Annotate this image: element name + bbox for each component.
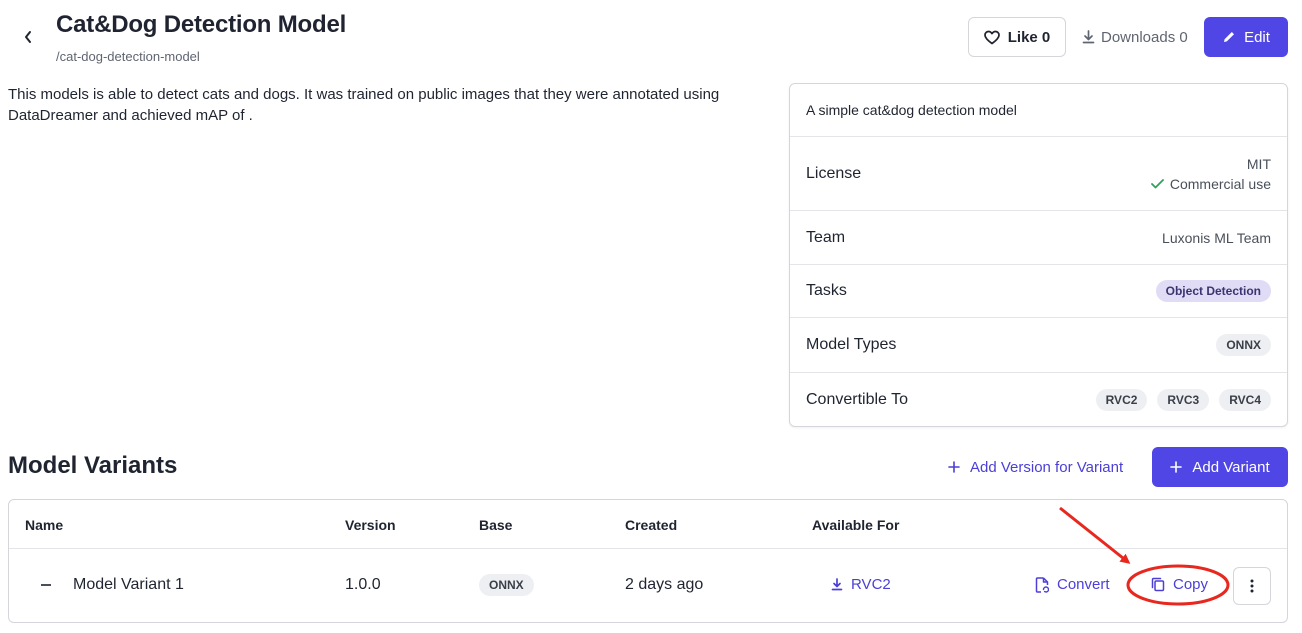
commercial-use-indicator: Commercial use bbox=[1150, 175, 1271, 192]
collapse-toggle[interactable] bbox=[41, 584, 51, 586]
like-button[interactable]: Like 0 bbox=[968, 17, 1066, 57]
copy-label: Copy bbox=[1173, 576, 1209, 593]
file-convert-icon bbox=[1035, 576, 1049, 593]
model-types-row: Model Types ONNX bbox=[790, 318, 1287, 373]
license-label: License bbox=[806, 164, 862, 182]
convert-button[interactable]: Convert bbox=[1035, 576, 1110, 593]
variant-created: 2 days ago bbox=[625, 576, 704, 593]
download-icon bbox=[831, 578, 843, 591]
convertible-chip-rvc3: RVC3 bbox=[1157, 389, 1210, 411]
team-value: Luxonis ML Team bbox=[1162, 229, 1271, 246]
team-row: Team Luxonis ML Team bbox=[790, 211, 1287, 265]
convert-label: Convert bbox=[1057, 576, 1110, 593]
convertible-chip-rvc4: RVC4 bbox=[1219, 389, 1271, 411]
heart-icon bbox=[983, 30, 1000, 44]
edit-button[interactable]: Edit bbox=[1204, 17, 1288, 57]
convertible-row: Convertible To RVC2 RVC3 RVC4 bbox=[790, 373, 1287, 427]
tasks-label: Tasks bbox=[806, 282, 847, 299]
downloads-label: Downloads 0 bbox=[1101, 28, 1188, 46]
column-header-available-for: Available For bbox=[812, 517, 900, 533]
copy-icon bbox=[1151, 577, 1165, 592]
column-header-version: Version bbox=[345, 517, 396, 533]
column-header-name: Name bbox=[25, 517, 64, 533]
add-variant-button[interactable]: Add Variant bbox=[1152, 447, 1288, 487]
variant-version: 1.0.0 bbox=[345, 576, 381, 593]
variants-table: Name Version Base Created Available For … bbox=[8, 499, 1288, 623]
variants-section-title: Model Variants bbox=[8, 452, 178, 479]
task-chip: Object Detection bbox=[1155, 280, 1271, 302]
add-version-button[interactable]: Add Version for Variant bbox=[948, 447, 1123, 487]
tasks-row: Tasks Object Detection bbox=[790, 265, 1287, 318]
vertical-ellipsis-icon bbox=[1250, 579, 1254, 593]
download-rvc2-link[interactable]: RVC2 bbox=[831, 576, 891, 593]
column-header-base: Base bbox=[479, 517, 513, 533]
available-for-label: RVC2 bbox=[851, 576, 891, 593]
downloads-count: Downloads 0 bbox=[1082, 17, 1188, 57]
model-description: This models is able to detect cats and d… bbox=[8, 86, 720, 124]
add-variant-label: Add Variant bbox=[1192, 458, 1270, 476]
more-options-button[interactable] bbox=[1233, 567, 1271, 605]
team-label: Team bbox=[806, 228, 846, 246]
like-label: Like 0 bbox=[1007, 28, 1051, 46]
license-row: License MIT Commercial use bbox=[790, 137, 1287, 211]
table-header: Name Version Base Created Available For bbox=[9, 500, 1287, 549]
back-button[interactable] bbox=[18, 26, 38, 48]
model-info-card: A simple cat&dog detection model License… bbox=[789, 83, 1288, 427]
column-header-created: Created bbox=[625, 517, 678, 533]
commercial-use-label: Commercial use bbox=[1169, 175, 1271, 192]
pencil-icon bbox=[1224, 32, 1235, 42]
model-types-label: Model Types bbox=[806, 336, 897, 353]
license-value-group: MIT Commercial use bbox=[1150, 155, 1271, 192]
info-summary: A simple cat&dog detection model bbox=[790, 84, 1287, 137]
convertible-label: Convertible To bbox=[806, 391, 908, 408]
page-title: Cat&Dog Detection Model bbox=[56, 11, 347, 38]
model-type-chip: ONNX bbox=[1216, 334, 1271, 356]
copy-button[interactable]: Copy bbox=[1151, 576, 1208, 593]
plus-icon bbox=[948, 461, 960, 473]
convertible-chip-rvc2: RVC2 bbox=[1095, 389, 1148, 411]
edit-label: Edit bbox=[1244, 28, 1270, 46]
add-version-label: Add Version for Variant bbox=[970, 458, 1124, 476]
variant-name: Model Variant 1 bbox=[73, 576, 184, 593]
model-slug: /cat-dog-detection-model bbox=[56, 49, 200, 64]
checkmark-icon bbox=[1150, 178, 1164, 188]
variant-base-chip: ONNX bbox=[479, 574, 534, 596]
table-row: Model Variant 1 1.0.0 ONNX 2 days ago RV… bbox=[9, 549, 1287, 622]
license-value: MIT bbox=[1246, 155, 1271, 172]
chevron-left-icon bbox=[25, 31, 31, 43]
download-icon bbox=[1082, 30, 1095, 44]
plus-icon bbox=[1170, 461, 1183, 473]
